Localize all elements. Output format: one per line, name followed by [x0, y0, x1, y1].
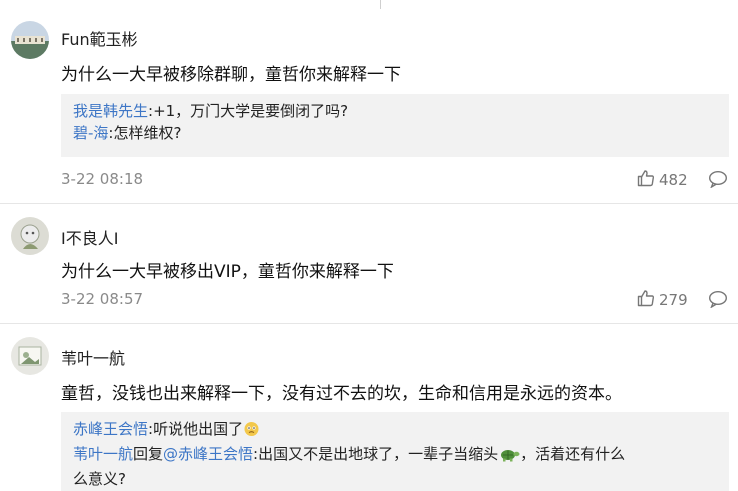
like-count: 279: [659, 291, 688, 309]
username[interactable]: I不良人I: [61, 225, 118, 249]
reply-line: 么意义?: [73, 468, 717, 490]
comment-text: 童哲，没钱也出来解释一下，没有过不去的坎，生命和信用是永远的资本。: [61, 384, 622, 404]
timestamp: 3-22 08:57: [61, 290, 144, 308]
reply-mention[interactable]: @赤峰王会悟: [163, 445, 253, 463]
reply-text: :怎样维权?: [108, 124, 182, 142]
reply-author[interactable]: 我是韩先生: [73, 102, 148, 120]
reply-author[interactable]: 赤峰王会悟: [73, 420, 148, 438]
username[interactable]: Fun範玉彬: [61, 26, 138, 50]
thumbs-up-icon: [637, 289, 655, 311]
reply-text: ，活着还有什么: [520, 445, 626, 463]
comment-bubble-icon[interactable]: [708, 290, 728, 309]
comment-divider: [0, 203, 738, 204]
username[interactable]: 苇叶一航: [61, 345, 125, 369]
reply-text: :听说他出国了: [148, 420, 244, 438]
reply-text: 么意义?: [73, 470, 126, 488]
reply-line: 苇叶一航回复@赤峰王会悟:出国又不是出地球了，一辈子当缩头 ，活着还有什么: [73, 443, 717, 468]
comment-text: 为什么一大早被移除群聊，童哲你来解释一下: [61, 65, 401, 85]
avatar[interactable]: [11, 217, 49, 255]
reply-text: :出国又不是出地球了，一辈子当缩头: [253, 445, 499, 463]
reply-box[interactable]: 赤峰王会悟:听说他出国了 苇叶一航回复@赤峰王会悟:出国又不是出地球了，一辈子当…: [61, 412, 729, 491]
reply-author[interactable]: 碧-海: [73, 124, 108, 142]
reply-verb: 回复: [133, 445, 164, 463]
reply-author[interactable]: 苇叶一航: [73, 445, 133, 463]
timestamp: 3-22 08:18: [61, 170, 144, 188]
comment-bubble-icon[interactable]: [708, 170, 728, 189]
reply-line: 碧-海:怎样维权?: [73, 122, 717, 144]
thumbs-up-icon: [637, 169, 655, 191]
reply-text: :+1，万门大学是要倒闭了吗?: [148, 102, 349, 120]
avatar[interactable]: [11, 337, 49, 375]
like-button[interactable]: 279: [637, 289, 688, 311]
reply-line: 我是韩先生:+1，万门大学是要倒闭了吗?: [73, 100, 717, 122]
top-divider: [0, 0, 738, 9]
like-button[interactable]: 482: [637, 169, 688, 191]
comment-divider: [0, 323, 738, 324]
reply-box[interactable]: 我是韩先生:+1，万门大学是要倒闭了吗? 碧-海:怎样维权?: [61, 94, 729, 157]
turtle-emoji: [498, 446, 520, 468]
like-count: 482: [659, 171, 688, 189]
avatar[interactable]: [11, 21, 49, 59]
reply-line: 赤峰王会悟:听说他出国了: [73, 418, 717, 443]
comment-text: 为什么一大早被移出VIP，童哲你来解释一下: [61, 262, 394, 282]
confused-face-emoji: [243, 420, 260, 443]
